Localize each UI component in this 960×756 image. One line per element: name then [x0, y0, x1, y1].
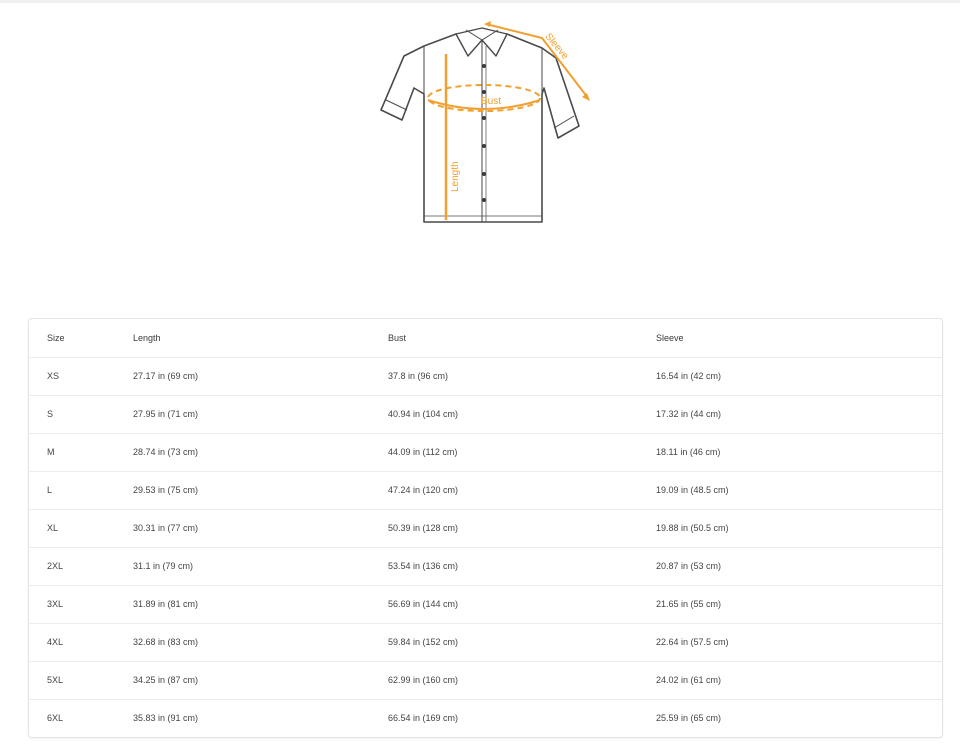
- size-cell: 2XL: [29, 547, 133, 586]
- length-cell: 27.95 in (71 cm): [133, 395, 388, 434]
- top-divider: [0, 0, 960, 3]
- length-cell: 30.31 in (77 cm): [133, 509, 388, 548]
- length-cell: 29.53 in (75 cm): [133, 471, 388, 510]
- size-cell: 6XL: [47, 713, 64, 724]
- length-cell: 34.25 in (87 cm): [133, 661, 388, 700]
- bust-cell: 59.84 in (152 cm): [388, 623, 656, 662]
- length-label: Length: [450, 161, 461, 192]
- bust-cell: 37.8 in (96 cm): [388, 357, 656, 396]
- column-header-sleeve: Sleeve: [656, 319, 942, 358]
- bust-cell: 56.69 in (144 cm): [388, 585, 656, 624]
- size-cell: 4XL: [29, 623, 133, 662]
- bust-cell: 62.99 in (160 cm): [388, 661, 656, 700]
- table-row: S 27.95 in (71 cm) 40.94 in (104 cm) 17.…: [29, 395, 942, 434]
- table-row: M 28.74 in (73 cm) 44.09 in (112 cm) 18.…: [29, 433, 942, 472]
- shirt-measurement-diagram: Sleeve Bust Length: [374, 16, 604, 234]
- bust-cell: 53.54 in (136 cm): [388, 547, 656, 586]
- sleeve-cell: 19.09 in (48.5 cm): [656, 471, 942, 510]
- sleeve-cell: 17.32 in (44 cm): [656, 395, 942, 434]
- sleeve-cell: 24.02 in (61 cm): [656, 661, 942, 700]
- shirt-outline: [380, 33, 580, 223]
- length-cell: 31.89 in (81 cm): [133, 585, 388, 624]
- shirt-illustration: Sleeve Bust Length: [380, 21, 590, 223]
- table-row: 6XL 35.83 in (91 cm) 66.54 in (169 cm) 2…: [29, 699, 942, 737]
- table-row: 4XL 32.68 in (83 cm) 59.84 in (152 cm) 2…: [29, 623, 942, 662]
- length-cell: 32.68 in (83 cm): [133, 623, 388, 662]
- column-header-size: Size: [29, 319, 133, 358]
- size-cell: XL: [29, 509, 133, 548]
- bust-cell: 40.94 in (104 cm): [388, 395, 656, 434]
- size-cell: XS: [29, 357, 133, 396]
- sleeve-cell: 20.87 in (53 cm): [656, 547, 942, 586]
- bust-cell: 47.24 in (120 cm): [388, 471, 656, 510]
- bust-cell: 44.09 in (112 cm): [388, 433, 656, 472]
- sleeve-cell: 18.11 in (46 cm): [656, 433, 942, 472]
- length-cell: 28.74 in (73 cm): [133, 433, 388, 472]
- column-header-length: Length: [133, 319, 388, 358]
- table-header-row: Size Length Bust Sleeve: [29, 319, 942, 358]
- size-cell: S: [29, 395, 133, 434]
- size-cell: L: [29, 471, 133, 510]
- table-row: XL 30.31 in (77 cm) 50.39 in (128 cm) 19…: [29, 509, 942, 548]
- sleeve-cell: 19.88 in (50.5 cm): [656, 509, 942, 548]
- length-cell: 27.17 in (69 cm): [133, 357, 388, 396]
- column-header-bust: Bust: [388, 319, 656, 358]
- length-cell: 35.83 in (91 cm): [133, 713, 199, 724]
- bust-cell: 50.39 in (128 cm): [388, 509, 656, 548]
- sleeve-cell: 22.64 in (57.5 cm): [656, 623, 942, 662]
- table-row: 5XL 34.25 in (87 cm) 62.99 in (160 cm) 2…: [29, 661, 942, 700]
- sleeve-cell: 25.59 in (65 cm): [656, 713, 722, 724]
- size-cell: 5XL: [29, 661, 133, 700]
- sleeve-cell: 21.65 in (55 cm): [656, 585, 942, 624]
- length-cell: 31.1 in (79 cm): [133, 547, 388, 586]
- sleeve-cell: 16.54 in (42 cm): [656, 357, 942, 396]
- size-chart-table: Size Length Bust Sleeve XS 27.17 in (69 …: [28, 318, 943, 738]
- table-row: 2XL 31.1 in (79 cm) 53.54 in (136 cm) 20…: [29, 547, 942, 586]
- size-cell: 3XL: [29, 585, 133, 624]
- table-row: XS 27.17 in (69 cm) 37.8 in (96 cm) 16.5…: [29, 357, 942, 396]
- size-cell: M: [29, 433, 133, 472]
- bust-cell: 66.54 in (169 cm): [388, 713, 459, 724]
- table-row: L 29.53 in (75 cm) 47.24 in (120 cm) 19.…: [29, 471, 942, 510]
- bust-label: Bust: [481, 96, 501, 107]
- table-row: 3XL 31.89 in (81 cm) 56.69 in (144 cm) 2…: [29, 585, 942, 624]
